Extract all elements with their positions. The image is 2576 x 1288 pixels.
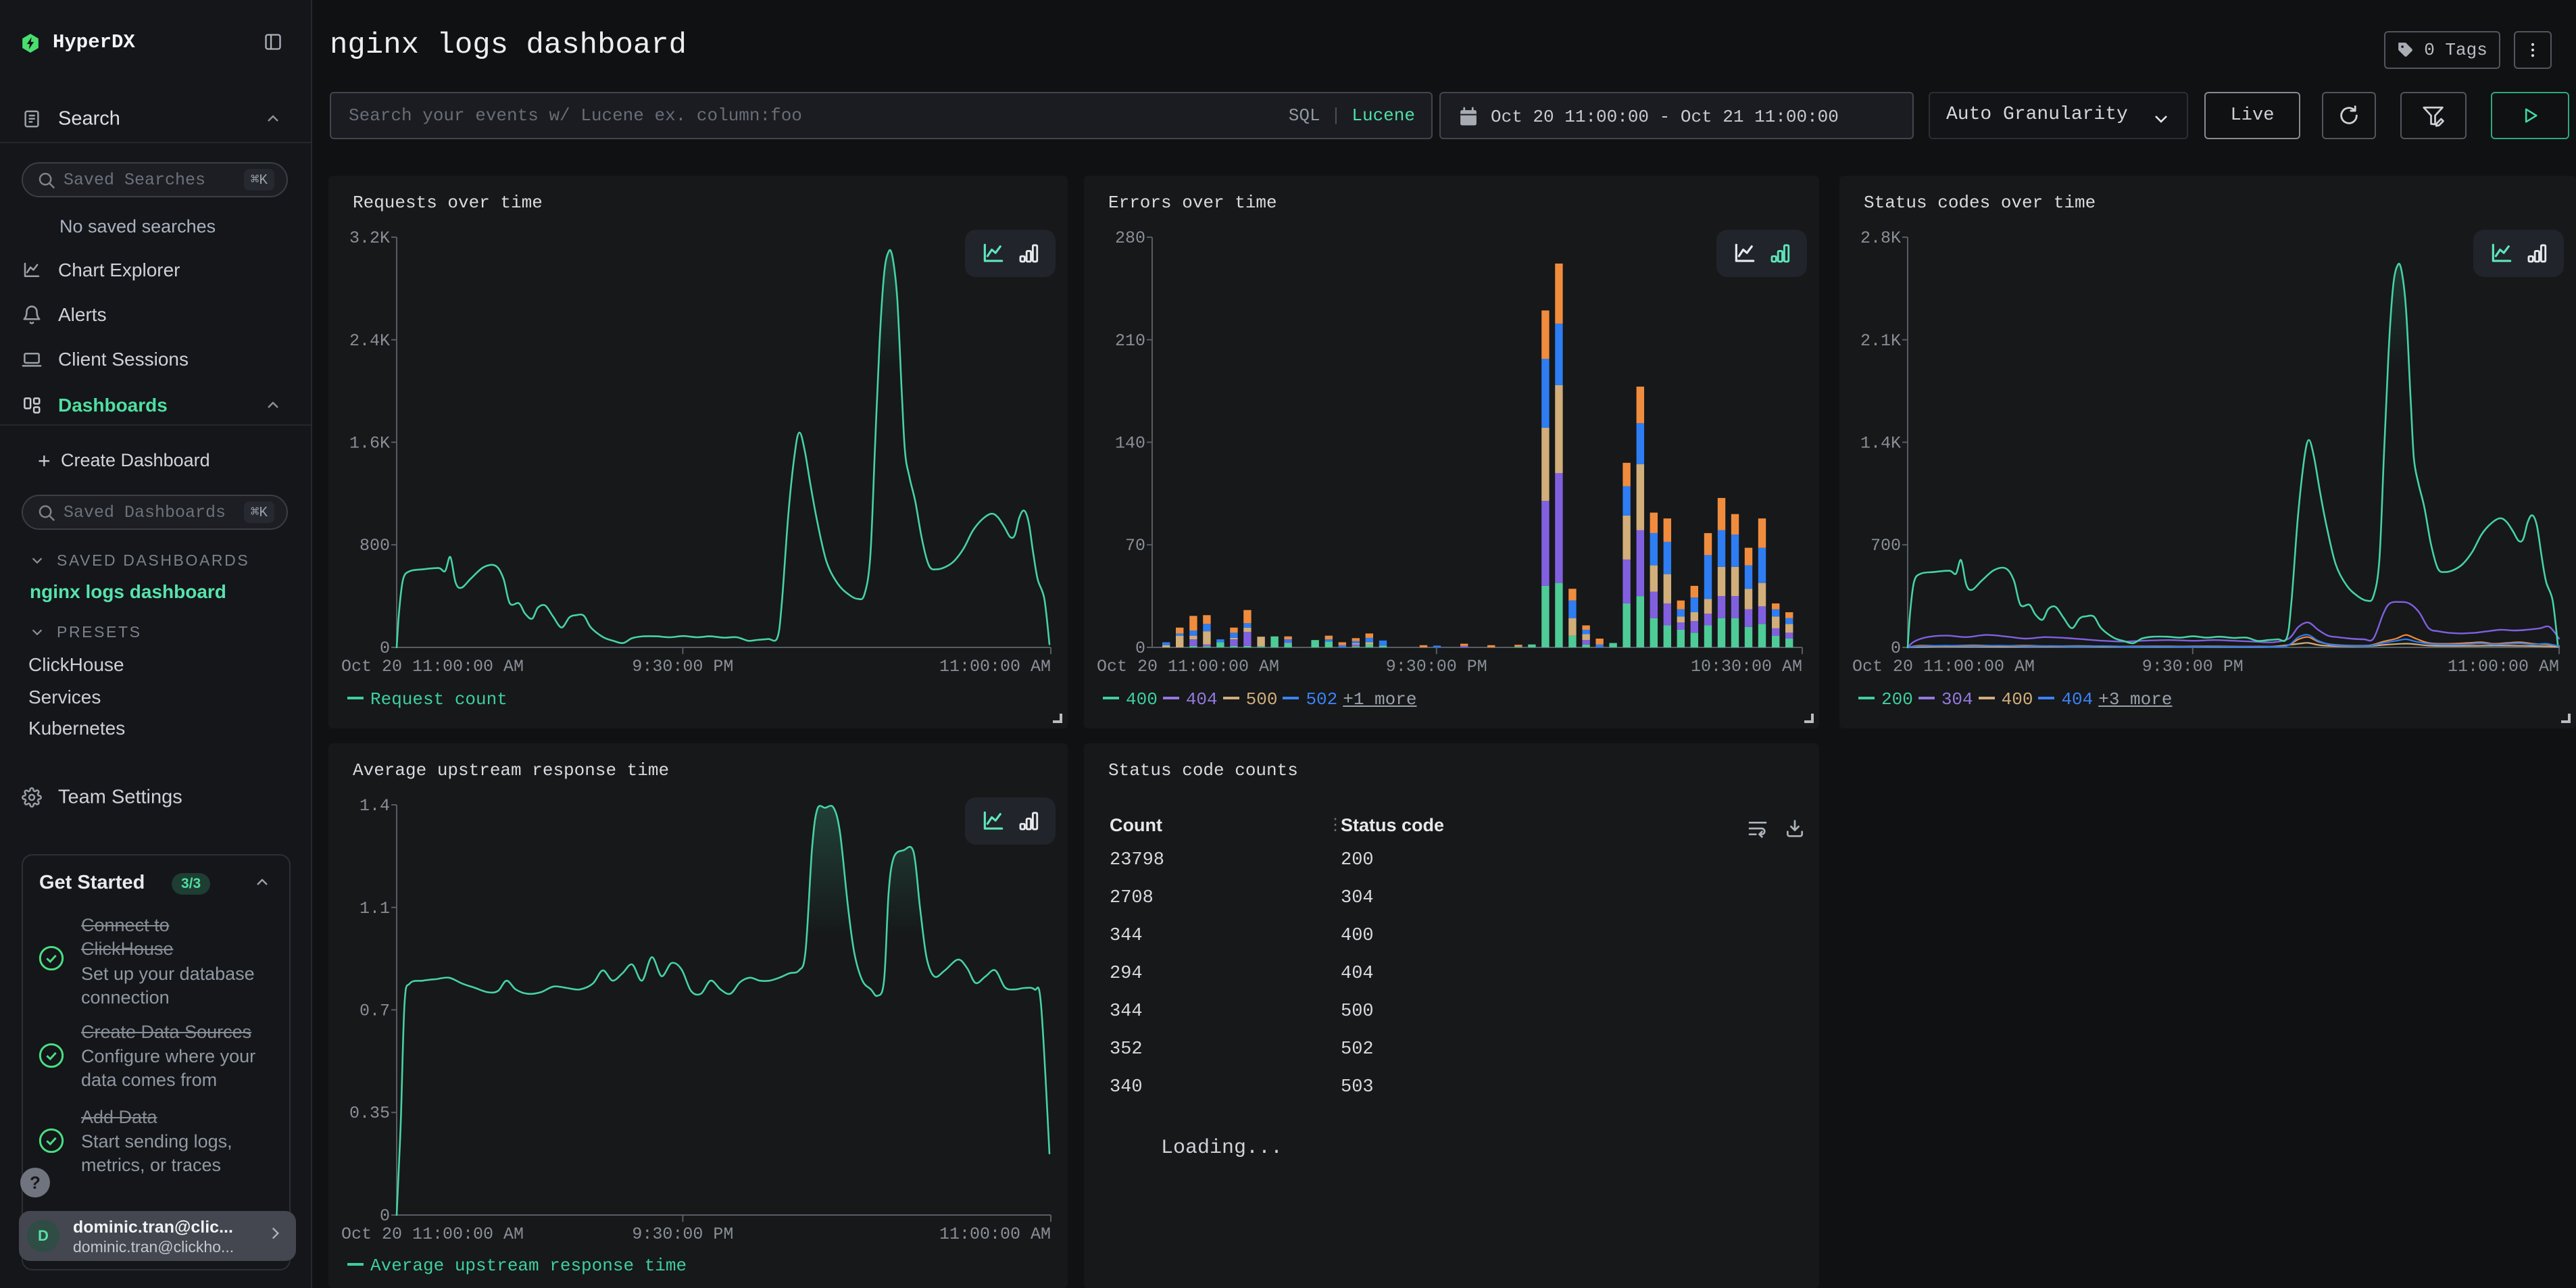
svg-text:9:30:00 PM: 9:30:00 PM [632, 657, 733, 676]
svg-text:9:30:00 PM: 9:30:00 PM [1386, 657, 1487, 676]
svg-text:9:30:00 PM: 9:30:00 PM [2142, 657, 2244, 676]
svg-text:0: 0 [1135, 639, 1145, 658]
svg-text:2.4K: 2.4K [349, 331, 390, 351]
svg-text:800: 800 [360, 536, 390, 555]
svg-text:0: 0 [380, 1206, 390, 1226]
svg-text:Oct 20 11:00:00 AM: Oct 20 11:00:00 AM [341, 657, 524, 676]
svg-text:1.1: 1.1 [360, 899, 390, 918]
svg-text:0.35: 0.35 [349, 1104, 390, 1123]
svg-text:2.1K: 2.1K [1860, 331, 1901, 351]
svg-text:700: 700 [1871, 536, 1901, 555]
svg-text:11:00:00 AM: 11:00:00 AM [939, 657, 1051, 676]
svg-text:Oct 20 11:00:00 AM: Oct 20 11:00:00 AM [1097, 657, 1279, 676]
svg-text:1.6K: 1.6K [349, 433, 390, 453]
svg-text:3.2K: 3.2K [349, 228, 390, 248]
svg-text:11:00:00 AM: 11:00:00 AM [2448, 657, 2559, 676]
svg-text:0: 0 [380, 639, 390, 658]
svg-text:Oct 20 11:00:00 AM: Oct 20 11:00:00 AM [341, 1224, 524, 1244]
svg-text:0.7: 0.7 [360, 1001, 390, 1020]
svg-text:10:30:00 AM: 10:30:00 AM [1691, 657, 1802, 676]
svg-text:2.8K: 2.8K [1860, 228, 1901, 248]
svg-text:9:30:00 PM: 9:30:00 PM [632, 1224, 733, 1244]
svg-text:140: 140 [1115, 433, 1145, 453]
svg-text:280: 280 [1115, 228, 1145, 248]
svg-text:0: 0 [1891, 639, 1901, 658]
svg-text:210: 210 [1115, 331, 1145, 351]
svg-text:Oct 20 11:00:00 AM: Oct 20 11:00:00 AM [1852, 657, 2035, 676]
svg-text:1.4: 1.4 [360, 796, 390, 816]
svg-text:70: 70 [1125, 536, 1145, 555]
svg-text:11:00:00 AM: 11:00:00 AM [939, 1224, 1051, 1244]
svg-text:1.4K: 1.4K [1860, 433, 1901, 453]
